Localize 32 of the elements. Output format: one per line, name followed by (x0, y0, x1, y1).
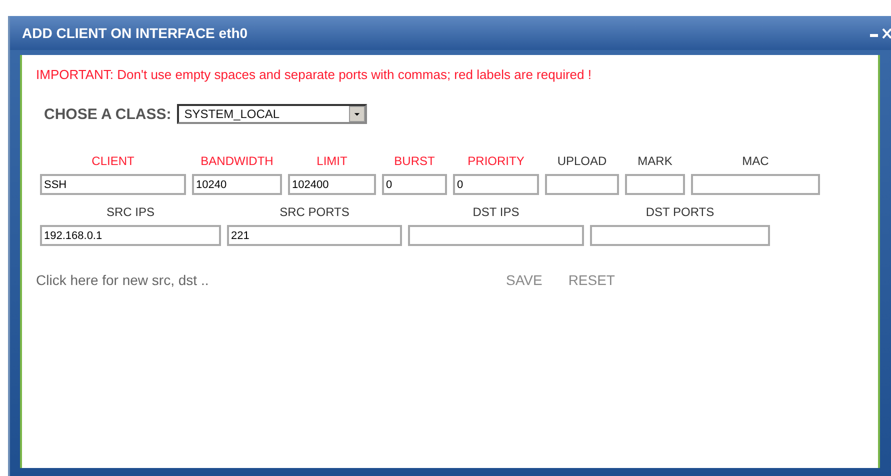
input-field[interactable]: 221 (227, 225, 402, 246)
field-label: LIMIT (316, 154, 348, 168)
notice-text: IMPORTANT: Don't use empty spaces and separate ports with commas; red labels are required ! (36, 67, 592, 82)
field-label: UPLOAD (557, 154, 607, 168)
input-field[interactable]: SSH (40, 174, 186, 195)
field-label: DST IPS (472, 205, 520, 219)
field-label: MAC (742, 154, 769, 168)
field-label: SRC IPS (106, 205, 154, 219)
save-button[interactable]: SAVE (506, 272, 542, 288)
input-field[interactable]: 10240 (192, 174, 282, 195)
input-field[interactable] (590, 225, 770, 246)
class-label: CHOSE A CLASS: (44, 106, 172, 122)
field-label: PRIORITY (468, 154, 524, 168)
input-field[interactable] (625, 174, 685, 195)
input-field[interactable]: 0 (453, 174, 539, 195)
field-label: BURST (394, 154, 435, 168)
input-field[interactable]: 192.168.0.1 (40, 225, 221, 246)
input-field[interactable] (691, 174, 820, 195)
field-label: CLIENT (92, 154, 134, 168)
window-title: ADD CLIENT ON INTERFACE eth0 (22, 25, 248, 41)
input-field[interactable] (408, 225, 584, 246)
field-label: BANDWIDTH (200, 154, 274, 168)
field-label: DST PORTS (646, 205, 714, 219)
input-field[interactable]: 102400 (288, 174, 376, 195)
input-field[interactable]: 0 (382, 174, 447, 195)
class-select[interactable]: SYSTEM_LOCAL (177, 104, 368, 124)
field-label: SRC PORTS (280, 205, 350, 219)
input-field[interactable] (545, 174, 619, 195)
reset-button[interactable]: RESET (568, 272, 615, 288)
new-src-dst-link[interactable]: Click here for new src, dst .. (36, 272, 506, 288)
field-label: MARK (638, 154, 672, 168)
close-icon[interactable] (882, 28, 891, 38)
